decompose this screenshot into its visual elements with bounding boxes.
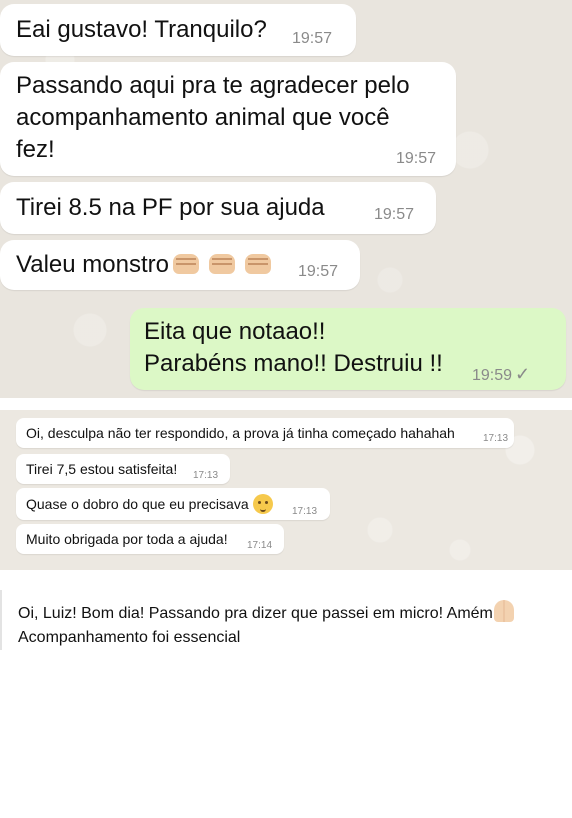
message-bubble[interactable]: Quase o dobro do que eu precisava 17:13 (16, 488, 330, 520)
message-bubble-outgoing[interactable]: Eita que notaao!! Parabéns mano!! Destru… (130, 308, 566, 390)
message-text: Oi, desculpa não ter respondido, a prova… (26, 425, 455, 441)
message-line: fez! (16, 136, 55, 163)
check-icon: ✓ (515, 364, 531, 384)
divider (0, 590, 2, 650)
message-line: acompanhamento animal que você (16, 104, 390, 131)
message-line: Passando aqui pra te agradecer pelo (16, 72, 410, 99)
message-label: Valeu monstro (16, 251, 169, 278)
message-time: 19:59 (472, 367, 513, 384)
message-text: Eita que notaao!! Parabéns mano!! Destru… (144, 316, 443, 380)
fist-bump-icon (172, 254, 199, 274)
message-time: 19:57 (298, 263, 339, 280)
chat-screenshot-2: Oi, desculpa não ter respondido, a prova… (0, 410, 572, 570)
message-time: 19:57 (396, 150, 437, 167)
message-line: Eita que notaao!! (144, 318, 326, 345)
message-text-block: Oi, Luiz! Bom dia! Passando pra dizer qu… (18, 600, 563, 650)
message-label: Oi, Luiz! Bom dia! Passando pra dizer qu… (18, 605, 493, 622)
message-bubble[interactable]: Eai gustavo! Tranquilo? 19:57 (0, 4, 356, 56)
message-bubble[interactable]: Tirei 8.5 na PF por sua ajuda 19:57 (0, 182, 436, 234)
message-text: Valeu monstro (16, 249, 271, 281)
message-label: Quase o dobro do que eu precisava (26, 496, 249, 512)
message-line: Oi, Luiz! Bom dia! Passando pra dizer qu… (18, 600, 563, 626)
message-text: Passando aqui pra te agradecer pelo acom… (16, 70, 410, 166)
message-text: Eai gustavo! Tranquilo? (16, 16, 267, 43)
message-line: Parabéns mano!! Destruiu !! (144, 350, 443, 377)
message-text: Tirei 8.5 na PF por sua ajuda (16, 194, 325, 221)
message-time: 17:13 (483, 433, 509, 444)
message-time: 17:13 (193, 470, 219, 481)
message-line: Acompanhamento foi essencial (18, 629, 241, 646)
folded-hands-icon (493, 600, 514, 622)
message-bubble[interactable]: Passando aqui pra te agradecer pelo acom… (0, 62, 456, 176)
message-time: 19:57 (374, 206, 415, 223)
chat-screenshot-1: Eai gustavo! Tranquilo? 19:57 Passando a… (0, 0, 572, 398)
message-time-status: 19:59 ✓ (472, 364, 530, 385)
fist-bump-icon (244, 254, 271, 274)
message-time: 19:57 (292, 30, 333, 47)
message-text: Muito obrigada por toda a ajuda! (26, 531, 228, 547)
fist-bump-icon (208, 254, 235, 274)
message-bubble[interactable]: Oi, desculpa não ter respondido, a prova… (16, 418, 514, 448)
partying-face-icon (252, 494, 273, 514)
message-time: 17:14 (247, 540, 273, 551)
message-text: Tirei 7,5 estou satisfeita! (26, 461, 178, 477)
message-bubble[interactable]: Valeu monstro 19:57 (0, 240, 360, 290)
divider (0, 398, 572, 410)
message-time: 17:13 (292, 506, 318, 517)
message-text: Quase o dobro do que eu precisava (26, 494, 273, 514)
message-bubble[interactable]: Muito obrigada por toda a ajuda! 17:14 (16, 524, 284, 554)
message-bubble[interactable]: Tirei 7,5 estou satisfeita! 17:13 (16, 454, 230, 484)
